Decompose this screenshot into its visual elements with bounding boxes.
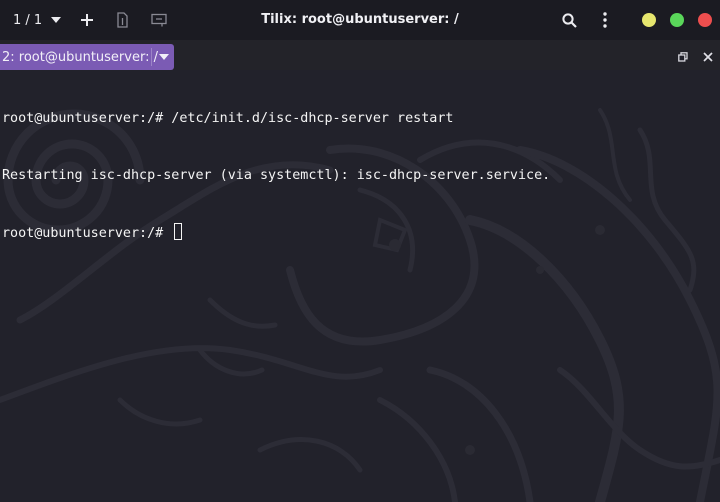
close-icon <box>703 52 713 62</box>
split-vertical-icon <box>117 12 128 28</box>
window-title: Tilix: root@ubuntuserver: / <box>261 12 459 27</box>
search-button[interactable] <box>551 0 587 40</box>
tilix-window: 1 / 1 Tilix: root@ubuntuserver: / 2: roo… <box>0 0 720 502</box>
terminal-cursor <box>174 223 183 240</box>
terminal-prompt: root@ubuntuserver:/# <box>2 226 172 241</box>
close-terminal-button[interactable] <box>699 48 717 66</box>
session-counter: 1 / 1 <box>13 12 43 28</box>
session-switcher-button[interactable]: 1 / 1 <box>0 0 69 40</box>
maximize-button[interactable] <box>670 13 684 27</box>
terminal-line: root@ubuntuserver:/# /etc/init.d/isc-dhc… <box>2 111 454 126</box>
chevron-down-icon[interactable] <box>159 54 169 60</box>
split-horizontal-button[interactable] <box>141 0 177 40</box>
close-button[interactable] <box>698 13 712 27</box>
menu-button[interactable] <box>587 0 623 40</box>
terminal-tab-label: 2: root@ubuntuserver: / <box>2 49 158 65</box>
plus-icon <box>81 14 94 26</box>
header-right-group <box>551 0 720 40</box>
search-icon <box>561 12 577 28</box>
terminal-output: root@ubuntuserver:/# /etc/init.d/isc-dhc… <box>2 71 550 280</box>
maximize-icon <box>678 52 688 62</box>
terminal-title-bar: 2: root@ubuntuserver: / <box>0 44 720 70</box>
split-vertical-button[interactable] <box>105 0 141 40</box>
minimize-button[interactable] <box>642 13 656 27</box>
header-left-group: 1 / 1 <box>0 0 177 40</box>
terminal-tab[interactable]: 2: root@ubuntuserver: / <box>0 44 174 70</box>
chevron-down-icon <box>51 17 62 23</box>
kebab-menu-icon <box>603 12 607 28</box>
terminal-view[interactable]: root@ubuntuserver:/# /etc/init.d/isc-dhc… <box>0 70 720 502</box>
tab-divider <box>151 48 152 66</box>
terminal-prompt-line: root@ubuntuserver:/# <box>2 223 550 242</box>
terminal-line: Restarting isc-dhcp-server (via systemct… <box>2 168 551 183</box>
maximize-terminal-button[interactable] <box>674 48 692 66</box>
split-horizontal-icon <box>151 13 167 27</box>
header-bar: 1 / 1 Tilix: root@ubuntuserver: / <box>0 0 720 40</box>
add-session-button[interactable] <box>69 0 105 40</box>
